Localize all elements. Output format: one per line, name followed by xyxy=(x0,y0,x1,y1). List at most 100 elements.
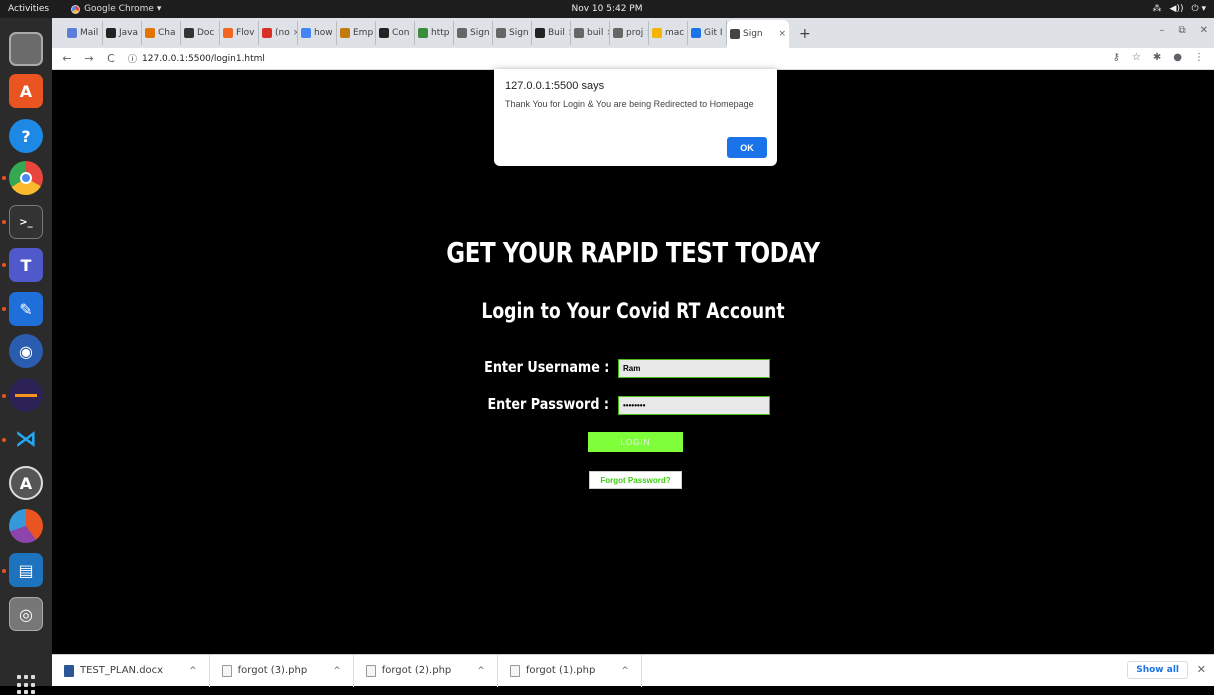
login-button[interactable]: LOGIN xyxy=(588,432,683,452)
tab-label: how xyxy=(314,28,333,38)
username-input[interactable]: Ram xyxy=(618,359,770,378)
running-indicator xyxy=(2,263,6,267)
terminal-icon[interactable]: >_ xyxy=(9,205,43,239)
tab-label: Java xyxy=(119,28,138,38)
software-center-icon[interactable]: A xyxy=(9,74,43,108)
forward-icon[interactable]: → xyxy=(82,52,96,65)
download-options-icon[interactable]: ^ xyxy=(333,666,341,676)
browser-tab[interactable]: Mail× xyxy=(64,21,103,45)
browser-tab[interactable]: buil× xyxy=(571,21,610,45)
tab-favicon-icon xyxy=(535,28,545,38)
app-icon[interactable]: ◉ xyxy=(9,334,43,368)
url-text: 127.0.0.1:5500/login1.html xyxy=(142,54,265,64)
browser-tab[interactable]: Doc× xyxy=(181,21,220,45)
close-window-icon[interactable]: ✕ xyxy=(1200,25,1208,36)
tab-favicon-icon xyxy=(691,28,701,38)
new-tab-button[interactable]: + xyxy=(799,26,811,42)
browser-tab[interactable]: Java× xyxy=(103,21,142,45)
download-item[interactable]: forgot (2).php^ xyxy=(354,655,498,687)
running-indicator xyxy=(2,220,6,224)
show-all-button[interactable]: Show all xyxy=(1127,661,1188,679)
download-item[interactable]: TEST_PLAN.docx^ xyxy=(52,655,210,687)
file-icon xyxy=(64,665,74,677)
menu-icon[interactable]: ⋮ xyxy=(1194,52,1204,63)
volume-icon: ◀)) xyxy=(1170,4,1184,14)
tab-label: Mail xyxy=(80,28,98,38)
browser-tab[interactable]: Con× xyxy=(376,21,415,45)
system-tray[interactable]: ⁂ ◀)) ⏻ ▾ xyxy=(1153,0,1206,18)
drive-icon[interactable]: ◎ xyxy=(9,597,43,631)
password-input[interactable]: •••••••• xyxy=(618,396,770,415)
tab-favicon-icon xyxy=(496,28,506,38)
tab-favicon-icon xyxy=(184,28,194,38)
alert-dialog: 127.0.0.1:5500 says Thank You for Login … xyxy=(494,69,777,166)
restore-icon[interactable]: ⧉ xyxy=(1178,25,1185,36)
files-icon[interactable] xyxy=(9,32,43,66)
forgot-password-button[interactable]: Forgot Password? xyxy=(589,471,682,489)
tab-label: proj xyxy=(626,28,643,38)
tab-favicon-icon xyxy=(262,28,272,38)
browser-tab[interactable]: Git I× xyxy=(688,21,727,45)
eclipse-icon[interactable] xyxy=(9,378,43,412)
help-icon[interactable]: ? xyxy=(9,119,43,153)
tab-label: Emp xyxy=(353,28,373,38)
writer-icon[interactable]: ▤ xyxy=(9,553,43,587)
download-options-icon[interactable]: ^ xyxy=(477,666,485,676)
app-menu[interactable]: Google Chrome ▾ xyxy=(57,4,161,14)
tab-strip: Mail×Java×Cha×Doc×Flov×(no×how×Emp×Con×h… xyxy=(52,18,1214,48)
tab-favicon-icon xyxy=(574,28,584,38)
running-indicator xyxy=(2,569,6,573)
browser-tab[interactable]: Sign× xyxy=(454,21,493,45)
browser-tab[interactable]: Cha× xyxy=(142,21,181,45)
tab-list: Mail×Java×Cha×Doc×Flov×(no×how×Emp×Con×h… xyxy=(64,20,789,48)
chrome-dock-icon[interactable] xyxy=(9,161,43,195)
star-icon[interactable]: ☆ xyxy=(1132,52,1141,63)
tab-favicon-icon xyxy=(340,28,350,38)
reload-icon[interactable]: C xyxy=(104,52,118,65)
browser-tab[interactable]: (no× xyxy=(259,21,298,45)
download-item[interactable]: forgot (3).php^ xyxy=(210,655,354,687)
download-options-icon[interactable]: ^ xyxy=(189,666,197,676)
profile-icon[interactable]: ● xyxy=(1173,52,1182,63)
minimize-icon[interactable]: – xyxy=(1159,25,1164,36)
tab-label: Buil xyxy=(548,28,565,38)
browser-tab[interactable]: Flov× xyxy=(220,21,259,45)
text-editor-icon[interactable]: ✎ xyxy=(9,292,43,326)
vscode-icon[interactable]: ⋊ xyxy=(9,422,43,456)
app-store-icon[interactable]: A xyxy=(9,466,43,500)
browser-tab[interactable]: how× xyxy=(298,21,337,45)
tab-favicon-icon xyxy=(457,28,467,38)
tab-favicon-icon xyxy=(418,28,428,38)
tab-label: Sign xyxy=(743,29,763,39)
tab-label: mac xyxy=(665,28,684,38)
system-top-bar: Activities Google Chrome ▾ Nov 10 5:42 P… xyxy=(0,0,1214,18)
close-shelf-icon[interactable]: ✕ xyxy=(1197,663,1206,676)
download-options-icon[interactable]: ^ xyxy=(621,666,629,676)
address-bar[interactable]: ⓘ 127.0.0.1:5500/login1.html xyxy=(128,52,265,65)
activities-button[interactable]: Activities xyxy=(0,4,57,14)
tab-close-icon[interactable]: × xyxy=(778,29,786,39)
password-label: Enter Password : xyxy=(487,395,609,413)
alert-ok-button[interactable]: OK xyxy=(727,137,767,158)
browser-tab[interactable]: http× xyxy=(415,21,454,45)
browser-tab[interactable]: mac× xyxy=(649,21,688,45)
clock[interactable]: Nov 10 5:42 PM xyxy=(0,4,1214,14)
power-icon: ⏻ ▾ xyxy=(1192,4,1207,14)
teams-icon[interactable]: T xyxy=(9,248,43,282)
login-heading: Login to Your Covid RT Account xyxy=(157,299,1110,323)
tab-label: Cha xyxy=(158,28,176,38)
chart-app-icon[interactable] xyxy=(9,509,43,543)
browser-tab[interactable]: Sign × xyxy=(727,20,789,48)
key-icon[interactable]: ⚷ xyxy=(1113,52,1120,63)
browser-tab[interactable]: Buil× xyxy=(532,21,571,45)
browser-tab[interactable]: Emp× xyxy=(337,21,376,45)
window-controls: – ⧉ ✕ xyxy=(1159,25,1208,36)
browser-tab[interactable]: proj× xyxy=(610,21,649,45)
back-icon[interactable]: ← xyxy=(60,52,74,65)
browser-tab[interactable]: Sign× xyxy=(493,21,532,45)
show-apps-icon[interactable] xyxy=(17,675,37,695)
tab-favicon-icon xyxy=(379,28,389,38)
running-indicator xyxy=(2,307,6,311)
extensions-icon[interactable]: ✱ xyxy=(1153,52,1161,63)
download-item[interactable]: forgot (1).php^ xyxy=(498,655,642,687)
